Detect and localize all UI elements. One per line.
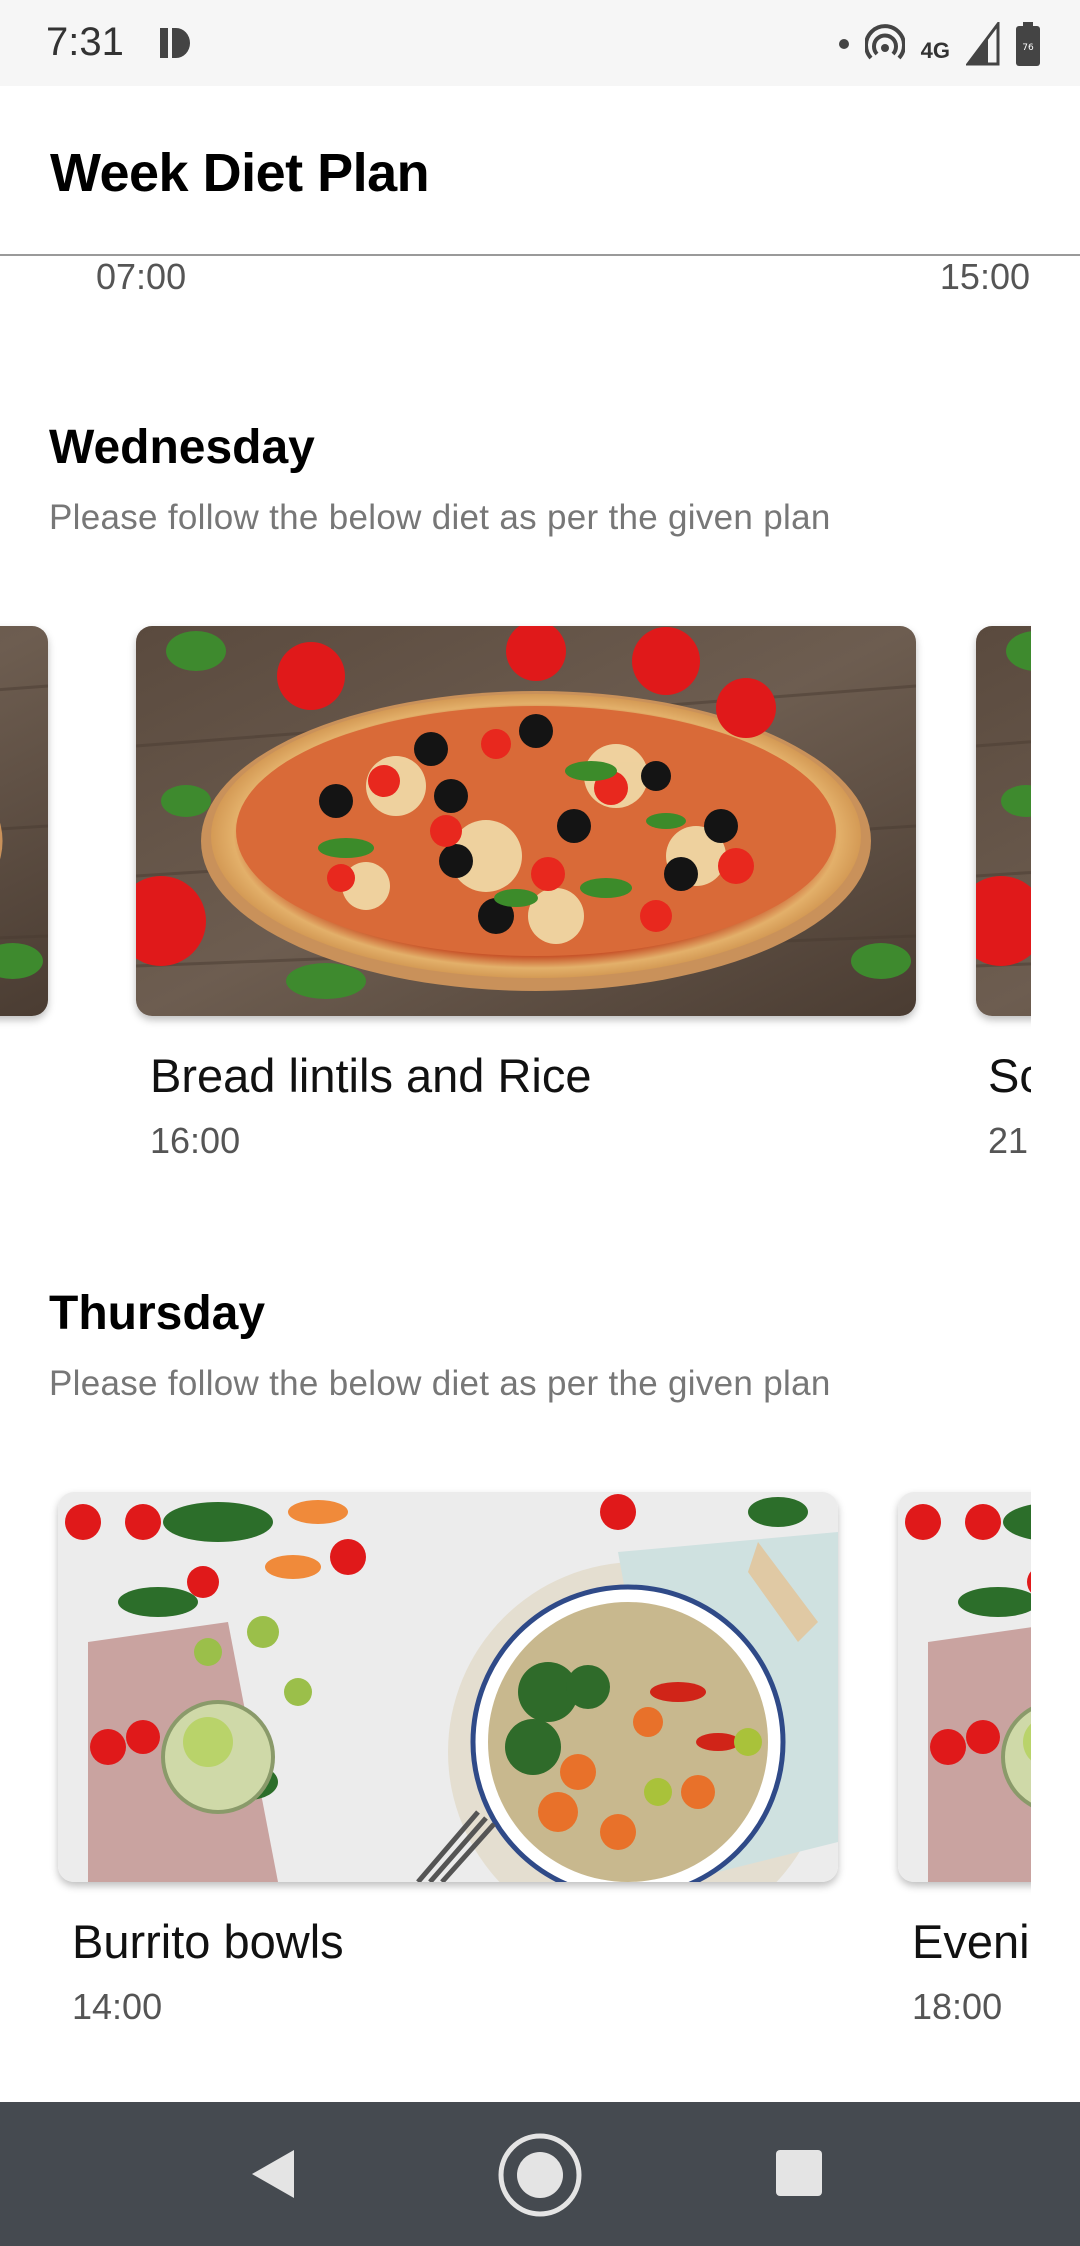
veggie-bowl-image — [58, 1492, 838, 1882]
meal-name: Burrito bowls — [72, 1915, 344, 1968]
veggie-bowl-image — [898, 1492, 1031, 1882]
signal-icon — [966, 22, 1000, 66]
pizza-image — [0, 626, 48, 1016]
app-bar: Week Diet Plan — [0, 86, 1080, 256]
meal-name: Bread lintils and Rice — [150, 1049, 592, 1102]
status-time: 7:31 — [46, 20, 124, 64]
diet-plan-list[interactable]: 07:00 15:00 Wednesday Please follow the … — [0, 256, 1080, 2102]
pizza-image — [976, 626, 1031, 1016]
day-sections: Wednesday Please follow the below diet a… — [0, 256, 1031, 2102]
recents-icon[interactable] — [776, 2150, 822, 2196]
pizza-image — [136, 626, 916, 1016]
day-subtitle: Please follow the below diet as per the … — [49, 1364, 831, 1403]
svg-text:76: 76 — [1022, 43, 1034, 53]
page-title: Week Diet Plan — [50, 143, 430, 203]
home-icon[interactable] — [497, 2132, 583, 2218]
meal-name: Sc — [988, 1049, 1031, 1102]
battery-icon: 76 — [1016, 22, 1040, 66]
meal-time: 16:00 — [150, 1120, 241, 1161]
day-title: Thursday — [49, 1287, 266, 1340]
notification-dot-icon — [838, 39, 849, 49]
meal-time: 21 — [988, 1120, 1029, 1161]
meal-time: 14:00 — [72, 1986, 163, 2027]
back-icon[interactable] — [250, 2148, 296, 2200]
data-saver-icon — [160, 28, 190, 58]
meal-name: Eveni — [912, 1915, 1030, 1968]
network-type: 4G — [920, 38, 950, 63]
navigation-bar — [0, 2102, 1080, 2246]
meal-time: 18:00 — [912, 1986, 1003, 2027]
status-bar: 7:31 4G 76 — [0, 0, 1080, 86]
day-title: Wednesday — [49, 421, 315, 474]
day-subtitle: Please follow the below diet as per the … — [49, 498, 831, 537]
hotspot-icon — [864, 24, 905, 60]
